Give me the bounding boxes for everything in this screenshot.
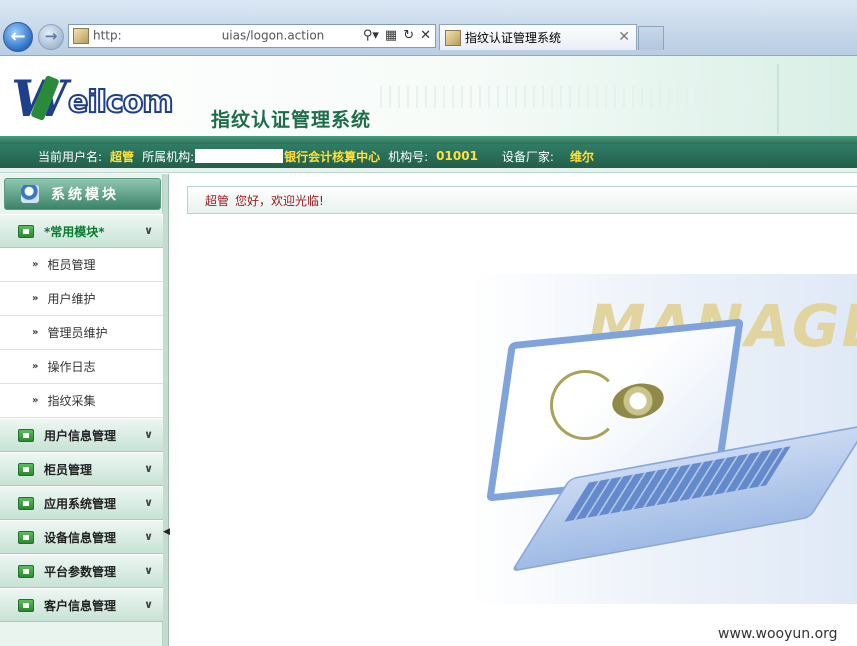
org-no-value: 01001: [436, 149, 478, 163]
folder-icon: [18, 462, 34, 476]
browser-tab[interactable]: 指纹认证管理系统 ✕: [439, 24, 637, 50]
welcome-bar: 超管 您好，欢迎光临!: [187, 186, 857, 214]
welcome-user: 超管: [205, 193, 230, 208]
page-icon: [73, 28, 89, 44]
chevron-down-icon[interactable]: ∨: [144, 462, 153, 475]
vendor-value: 维尔: [569, 149, 594, 164]
menu-group-platform-params[interactable]: 平台参数管理 ∨: [0, 554, 163, 588]
user-info-bar: 当前用户名: 超管 所属机构: 银行会计核算中心 机构号: 01001 设备厂家…: [0, 144, 857, 168]
menu-group-user-info[interactable]: 用户信息管理 ∨: [0, 418, 163, 452]
folder-icon: [18, 598, 34, 612]
chevron-down-icon[interactable]: ∨: [144, 224, 153, 237]
menu-item-admin-maint[interactable]: » 管理员维护: [0, 316, 163, 350]
menu-group-app-system[interactable]: 应用系统管理 ∨: [0, 486, 163, 520]
menu-group-device[interactable]: 设备信息管理 ∨: [0, 520, 163, 554]
menu-group-teller[interactable]: 柜员管理 ∨: [0, 452, 163, 486]
windmill-decoration: [777, 64, 837, 134]
vendor-label: 设备厂家:: [501, 149, 554, 164]
refresh-icon[interactable]: ↻: [403, 28, 414, 43]
stop-close-icon[interactable]: ✕: [420, 28, 431, 43]
org-no-label: 机构号:: [388, 149, 429, 164]
chevron-down-icon[interactable]: ∨: [144, 530, 153, 543]
sidebar-header: 系统模块: [4, 178, 161, 210]
user-value: 超管: [110, 149, 135, 164]
sidebar: 系统模块 *常用模块* ∨ » 柜员管理 » 用户维护 » 管理员维护 » 操作日志 »…: [0, 174, 163, 646]
app-title: 指纹认证管理系统: [211, 109, 372, 131]
hero-illustration: MANAGEME: [470, 274, 857, 604]
collapse-arrow-icon[interactable]: ◀: [163, 527, 170, 537]
user-label: 当前用户名:: [38, 149, 103, 164]
folder-icon: [18, 428, 34, 442]
folder-icon: [18, 564, 34, 578]
compat-icon[interactable]: ▦: [385, 28, 397, 43]
welcome-text: 您好，欢迎光临!: [235, 193, 324, 208]
redacted-block: [195, 149, 284, 163]
menu-item-teller-mgmt[interactable]: » 柜员管理: [0, 248, 163, 282]
org-label: 所属机构:: [142, 149, 195, 164]
browser-chrome: ← → http: uias/logon.action ⚲▾ ▦ ↻ ✕ 指纹认证…: [0, 0, 857, 56]
app-header: W eilcom 指纹认证管理系统: [0, 56, 857, 144]
system-module-icon: [21, 185, 39, 203]
new-tab-button[interactable]: [638, 26, 664, 50]
chevron-down-icon[interactable]: ∨: [144, 598, 153, 611]
main-content: 超管 您好，欢迎光临! MANAGEME: [170, 174, 857, 646]
menu-group-customer[interactable]: 客户信息管理 ∨: [0, 588, 163, 622]
tab-page-icon: [445, 29, 461, 46]
folder-icon: [18, 496, 34, 510]
menu-item-user-maint[interactable]: » 用户维护: [0, 282, 163, 316]
org-value: 银行会计核算中心: [284, 149, 381, 164]
close-icon[interactable]: ✕: [618, 29, 630, 45]
sidebar-menu: *常用模块* ∨ » 柜员管理 » 用户维护 » 管理员维护 » 操作日志 » 指纹采集 …: [0, 214, 163, 622]
search-icon[interactable]: ⚲▾: [363, 28, 379, 43]
company-logo: W eilcom: [8, 69, 188, 129]
watermark: www.wooyun.org: [718, 626, 838, 642]
address-text: http: uias/logon.action: [93, 28, 325, 44]
tab-title: 指纹认证管理系统: [465, 31, 562, 45]
address-bar[interactable]: http: uias/logon.action ⚲▾ ▦ ↻ ✕: [68, 24, 436, 48]
menu-item-fingerprint[interactable]: » 指纹采集: [0, 384, 163, 418]
menu-group-common[interactable]: *常用模块* ∨: [0, 214, 163, 248]
chevron-down-icon[interactable]: ∨: [144, 428, 153, 441]
sidebar-splitter[interactable]: ◀: [163, 174, 170, 646]
usb-cable: [550, 370, 620, 440]
folder-icon: [18, 224, 34, 238]
forward-arrow-icon[interactable]: →: [38, 24, 64, 50]
back-arrow-icon[interactable]: ←: [3, 22, 33, 52]
folder-icon: [18, 530, 34, 544]
menu-item-op-log[interactable]: » 操作日志: [0, 350, 163, 384]
chevron-down-icon[interactable]: ∨: [144, 564, 153, 577]
chevron-down-icon[interactable]: ∨: [144, 496, 153, 509]
